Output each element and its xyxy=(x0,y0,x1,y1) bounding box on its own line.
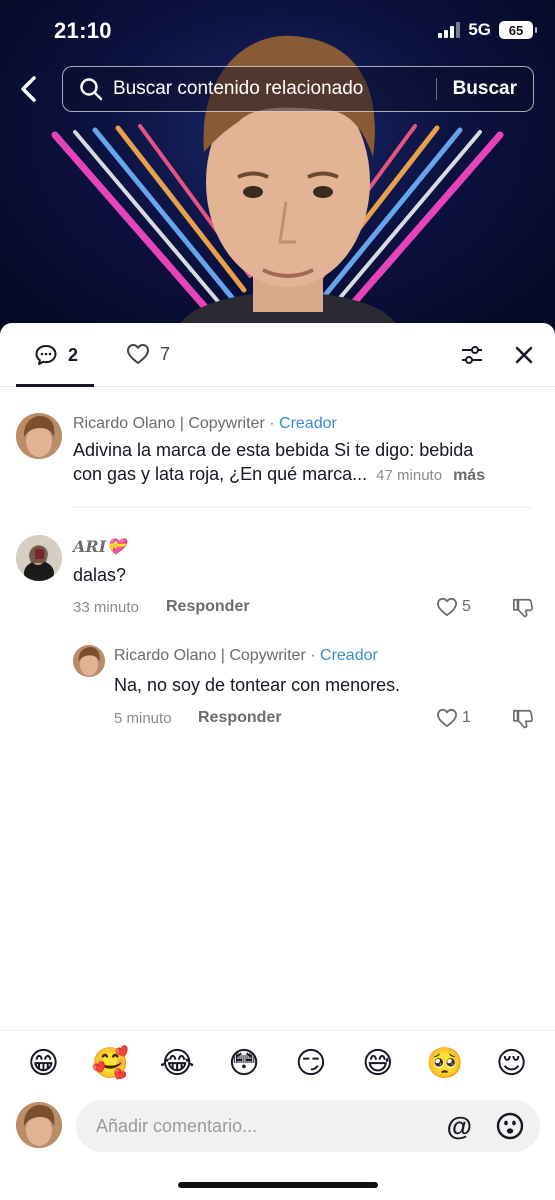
comment-input[interactable]: Añadir comentario... @ xyxy=(76,1100,540,1152)
heart-icon xyxy=(436,597,457,617)
heart-icon xyxy=(436,708,457,728)
more-link[interactable]: más xyxy=(453,467,485,484)
like-button[interactable]: 5 xyxy=(436,597,471,617)
mention-icon[interactable]: @ xyxy=(447,1111,472,1142)
comments-count: 2 xyxy=(68,344,79,365)
emoji-relieved[interactable]: 😌 xyxy=(492,1048,532,1079)
comment-text[interactable]: dalas? xyxy=(73,563,126,587)
comment-time: 5 minuto xyxy=(114,710,172,727)
comment-icon xyxy=(35,345,57,365)
emoji-icon[interactable] xyxy=(496,1112,524,1140)
author-name[interactable]: ARI💝 xyxy=(73,537,126,556)
comment-composer: Añadir comentario... @ xyxy=(0,1098,555,1158)
search-input[interactable]: Buscar contenido relacionado xyxy=(113,78,436,100)
battery-level: 65 xyxy=(508,22,524,38)
comment-placeholder[interactable]: Añadir comentario... xyxy=(96,1116,447,1137)
avatar[interactable] xyxy=(16,413,62,459)
creator-badge: · Creador xyxy=(310,647,378,664)
reply-button[interactable]: Responder xyxy=(198,709,282,727)
search-icon xyxy=(79,77,103,101)
emoji-smirk[interactable]: 😏 xyxy=(291,1048,331,1079)
comment-text[interactable]: Adivina la marca de esta bebida Si te di… xyxy=(73,438,543,488)
comment-time: 47 minuto xyxy=(376,467,443,484)
avatar xyxy=(16,1102,62,1148)
reply-item: Ricardo Olano | Copywriter · Creador Na,… xyxy=(0,643,555,743)
search-button[interactable]: Buscar xyxy=(437,78,533,100)
comment-item: Ricardo Olano | Copywriter · Creador Adi… xyxy=(0,409,555,509)
status-time: 21:10 xyxy=(54,18,112,43)
emoji-flushed[interactable]: 😳 xyxy=(224,1048,264,1079)
reply-button[interactable]: Responder xyxy=(166,598,250,616)
comment-item: ARI💝 dalas? 33 minuto Responder 5 xyxy=(0,533,555,643)
comment-text-line-2: con gas y lata roja, ¿En qué marca... 47… xyxy=(73,464,486,484)
signal-icon xyxy=(438,22,461,38)
comment-time: 33 minuto xyxy=(73,599,139,616)
like-count: 1 xyxy=(462,709,471,726)
status-indicators: 5G 65 xyxy=(438,20,537,40)
heart-icon xyxy=(127,344,149,364)
close-icon[interactable] xyxy=(512,343,536,367)
status-bar: 21:10 5G 65 xyxy=(0,0,555,62)
likes-count: 7 xyxy=(160,343,171,364)
like-button[interactable]: 1 xyxy=(436,708,471,728)
comment-text-line: Adivina la marca de esta bebida Si te di… xyxy=(73,440,474,460)
emoji-quick-bar: 😁 🥰 😂 😳 😏 😅 🥺 😌 xyxy=(0,1030,555,1096)
video-preview[interactable]: 21:10 5G 65 Buscar contenido relacionado… xyxy=(0,0,555,335)
emoji-hearts[interactable]: 🥰 xyxy=(90,1048,130,1079)
dislike-icon[interactable] xyxy=(512,708,534,730)
back-icon xyxy=(21,76,36,102)
home-indicator xyxy=(178,1182,378,1188)
tab-likes[interactable]: 7 xyxy=(126,343,170,365)
network-type: 5G xyxy=(468,20,491,39)
back-button[interactable] xyxy=(14,74,44,104)
battery-icon: 65 xyxy=(499,21,537,39)
comment-text[interactable]: Na, no soy de tontear con menores. xyxy=(114,673,400,697)
tab-comments[interactable]: 2 xyxy=(34,343,78,367)
comments-header: 2 7 xyxy=(0,323,555,387)
comment-author[interactable]: Ricardo Olano | Copywriter · Creador xyxy=(73,415,337,433)
creator-badge: · Creador xyxy=(269,415,337,432)
author-name[interactable]: Ricardo Olano | Copywriter xyxy=(114,647,306,664)
comment-author[interactable]: Ricardo Olano | Copywriter · Creador xyxy=(114,647,378,665)
emoji-grin[interactable]: 😁 xyxy=(23,1048,63,1079)
dislike-icon[interactable] xyxy=(512,597,534,619)
active-tab-indicator xyxy=(16,384,94,387)
divider xyxy=(72,507,532,508)
avatar[interactable] xyxy=(16,535,62,581)
emoji-pleading[interactable]: 🥺 xyxy=(425,1048,465,1079)
emoji-sweat-smile[interactable]: 😅 xyxy=(358,1048,398,1079)
search-bar[interactable]: Buscar contenido relacionado Buscar xyxy=(62,66,534,112)
avatar[interactable] xyxy=(73,645,105,677)
emoji-joy[interactable]: 😂 xyxy=(157,1048,197,1079)
like-count: 5 xyxy=(462,598,471,615)
author-name[interactable]: Ricardo Olano | Copywriter xyxy=(73,415,265,432)
filter-icon[interactable] xyxy=(460,343,484,367)
